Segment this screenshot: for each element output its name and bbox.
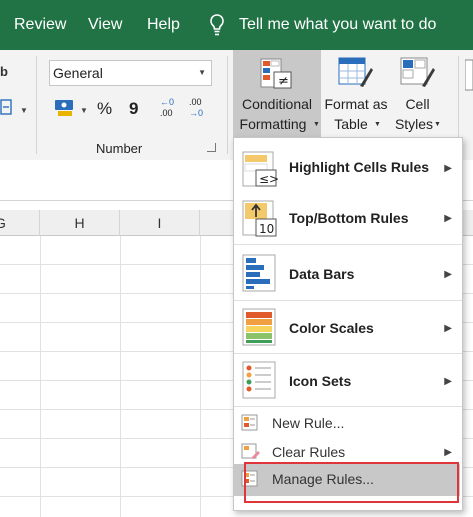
data-bars-icon: [242, 254, 278, 292]
chevron-down-icon: ▼: [198, 68, 206, 77]
dropdown-arrow-icon[interactable]: ▼: [80, 106, 88, 115]
column-header-h[interactable]: H: [40, 210, 120, 236]
submenu-arrow-icon: ▶: [444, 213, 452, 224]
decrease-decimal-icon[interactable]: .00 →0: [189, 97, 203, 119]
dropdown-arrow-icon[interactable]: ▼: [20, 106, 28, 115]
menu-item-label: Highlight Cells Rules: [289, 159, 430, 175]
menu-divider: [234, 300, 462, 301]
submenu-arrow-icon: ▶: [444, 447, 452, 458]
column-header-i[interactable]: I: [120, 210, 200, 236]
menu-item-label: Clear Rules: [272, 444, 346, 460]
cell-styles-button[interactable]: Cell Styles ▼: [390, 50, 450, 138]
menu-item-color-scales[interactable]: Color Scales ▶: [234, 304, 462, 352]
menu-item-label: Color Scales: [289, 320, 374, 336]
column-letter: I: [157, 215, 162, 231]
grid-line: [200, 236, 201, 517]
menu-divider: [234, 244, 462, 245]
number-format-dropdown[interactable]: General ▼: [49, 60, 212, 86]
conditional-formatting-icon: ≠: [260, 58, 294, 95]
menu-item-label: New Rule...: [272, 415, 345, 431]
icon-sets-icon: [242, 361, 278, 399]
highlight-cells-icon: ≤>: [242, 151, 279, 187]
menu-item-highlight-cells-rules[interactable]: ≤> Highlight Cells Rules ▶: [234, 146, 462, 192]
tab-review[interactable]: Review: [14, 16, 66, 34]
menu-item-label: Top/Bottom Rules: [289, 210, 409, 226]
grid-line: [40, 236, 41, 517]
menu-item-new-rule[interactable]: New Rule...: [234, 410, 462, 438]
cell-styles-label2: Styles: [394, 116, 434, 132]
increase-decimal-icon[interactable]: ←0.00: [160, 97, 174, 119]
menu-item-data-bars[interactable]: Data Bars ▶: [234, 250, 462, 298]
percent-style-icon[interactable]: %: [97, 99, 112, 119]
comma-style-icon[interactable]: 9: [129, 99, 138, 119]
svg-text:≠: ≠: [278, 74, 289, 89]
format-as-table-button[interactable]: Format as Table ▼: [322, 50, 390, 138]
format-as-table-icon: [338, 56, 374, 95]
color-scales-icon: [242, 308, 278, 346]
conditional-formatting-label2: Formatting: [239, 116, 307, 132]
grid-line: [120, 236, 121, 517]
partial-b-icon[interactable]: b: [0, 64, 8, 79]
insert-cells-icon[interactable]: [464, 58, 473, 97]
conditional-formatting-label1: Conditional: [241, 96, 313, 112]
menu-item-top-bottom-rules[interactable]: 10 Top/Bottom Rules ▶: [234, 196, 462, 242]
group-label-number: Number: [96, 141, 143, 156]
submenu-arrow-icon: ▶: [444, 269, 452, 280]
ribbon-tab-bar: Review View Help Tell me what you want t…: [0, 0, 473, 50]
wrap-icon[interactable]: [0, 98, 14, 121]
column-header-g[interactable]: G: [0, 210, 40, 236]
submenu-arrow-icon: ▶: [444, 323, 452, 334]
accounting-format-icon[interactable]: [54, 98, 78, 123]
dialog-launcher-icon[interactable]: [207, 143, 216, 152]
column-letter: G: [0, 215, 6, 231]
top-bottom-icon: 10: [242, 200, 278, 237]
tell-me-search[interactable]: Tell me what you want to do: [239, 16, 436, 34]
menu-item-label: Icon Sets: [289, 373, 352, 389]
menu-divider: [234, 406, 462, 407]
cell-styles-icon: [400, 56, 436, 95]
highlight-callout-box: [244, 462, 459, 503]
column-letter: H: [74, 215, 85, 231]
chevron-down-icon: ▼: [434, 121, 441, 128]
new-rule-icon: [241, 414, 259, 437]
chevron-down-icon: ▼: [313, 121, 320, 128]
tab-view[interactable]: View: [88, 16, 122, 34]
menu-item-icon-sets[interactable]: Icon Sets ▶: [234, 357, 462, 405]
tab-help[interactable]: Help: [147, 16, 180, 34]
menu-divider: [234, 353, 462, 354]
lightbulb-icon: [208, 13, 226, 42]
format-as-table-label1: Format as: [324, 96, 388, 112]
cell-styles-label1: Cell: [405, 96, 430, 112]
submenu-arrow-icon: ▶: [444, 376, 452, 387]
conditional-formatting-menu: ≤> Highlight Cells Rules ▶ 10 Top/Bottom…: [233, 137, 463, 511]
menu-item-label: Data Bars: [289, 266, 355, 282]
number-format-value: General: [53, 65, 103, 81]
format-as-table-label2: Table: [334, 116, 368, 132]
svg-text:10: 10: [259, 222, 274, 236]
submenu-arrow-icon: ▶: [444, 163, 452, 174]
svg-text:≤>: ≤>: [259, 172, 278, 186]
chevron-down-icon: ▼: [374, 121, 381, 128]
conditional-formatting-button[interactable]: ≠ Conditional Formatting ▼: [233, 50, 321, 138]
